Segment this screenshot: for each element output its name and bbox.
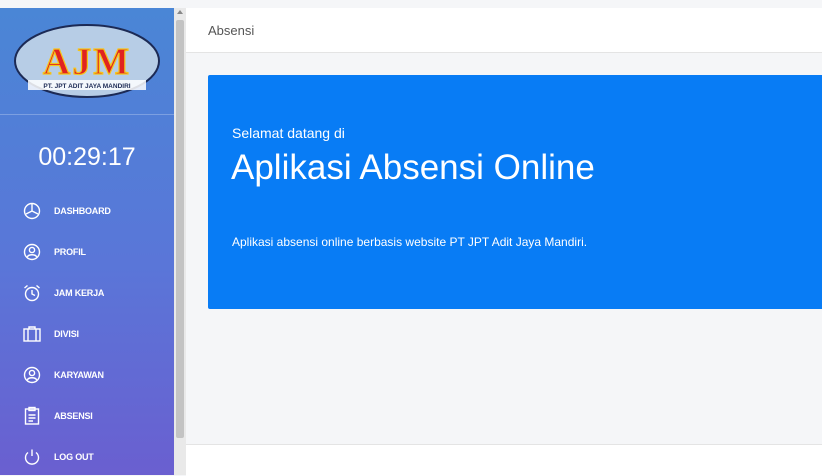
sidebar-item-dashboard[interactable]: DASHBOARD	[0, 190, 174, 231]
welcome-banner: Selamat datang di Aplikasi Absensi Onlin…	[208, 75, 822, 309]
sidebar: AJM PT. JPT ADIT JAYA MANDIRI 00:29:17 D…	[0, 8, 174, 475]
sidebar-item-label: DIVISI	[54, 328, 79, 339]
logo-subtext: PT. JPT ADIT JAYA MANDIRI	[43, 83, 130, 90]
company-logo[interactable]: AJM PT. JPT ADIT JAYA MANDIRI	[12, 22, 162, 100]
sidebar-item-absensi[interactable]: ABSENSI	[0, 395, 174, 436]
sidebar-scrollbar[interactable]	[174, 8, 186, 475]
scroll-up-arrow-icon[interactable]	[177, 10, 183, 14]
sidebar-item-label: DASHBOARD	[54, 205, 111, 216]
sidebar-item-profil[interactable]: PROFIL	[0, 231, 174, 272]
sidebar-item-label: PROFIL	[54, 246, 86, 257]
sidebar-item-label: JAM KERJA	[54, 287, 105, 298]
logo-area: AJM PT. JPT ADIT JAYA MANDIRI	[0, 8, 174, 115]
sidebar-item-label: KARYAWAN	[54, 369, 104, 380]
sidebar-item-divisi[interactable]: DIVISI	[0, 313, 174, 354]
user-icon	[22, 242, 42, 262]
welcome-text: Selamat datang di	[232, 125, 345, 141]
sidebar-item-logout[interactable]: LOG OUT	[0, 436, 174, 475]
page-title: Absensi	[208, 23, 255, 38]
briefcase-icon	[22, 324, 42, 344]
app-description: Aplikasi absensi online berbasis website…	[232, 235, 588, 249]
footer	[186, 444, 822, 476]
alarm-clock-icon	[22, 283, 42, 303]
dashboard-icon	[22, 201, 42, 221]
sidebar-item-label: ABSENSI	[54, 410, 93, 421]
user-icon	[22, 365, 42, 385]
logo-letters: AJM	[43, 41, 131, 83]
sidebar-item-label: LOG OUT	[54, 451, 94, 462]
clipboard-icon	[22, 406, 42, 426]
scrollbar-thumb[interactable]	[176, 20, 184, 438]
sidebar-item-jam-kerja[interactable]: JAM KERJA	[0, 272, 174, 313]
power-icon	[22, 447, 42, 467]
clock-display: 00:29:17	[38, 143, 136, 171]
sidebar-menu: DASHBOARD PROFIL JAM KERJA DIVISI KARYAW…	[0, 190, 174, 475]
sidebar-item-karyawan[interactable]: KARYAWAN	[0, 354, 174, 395]
app-title: Aplikasi Absensi Online	[231, 148, 595, 187]
top-header: Absensi	[186, 8, 822, 53]
